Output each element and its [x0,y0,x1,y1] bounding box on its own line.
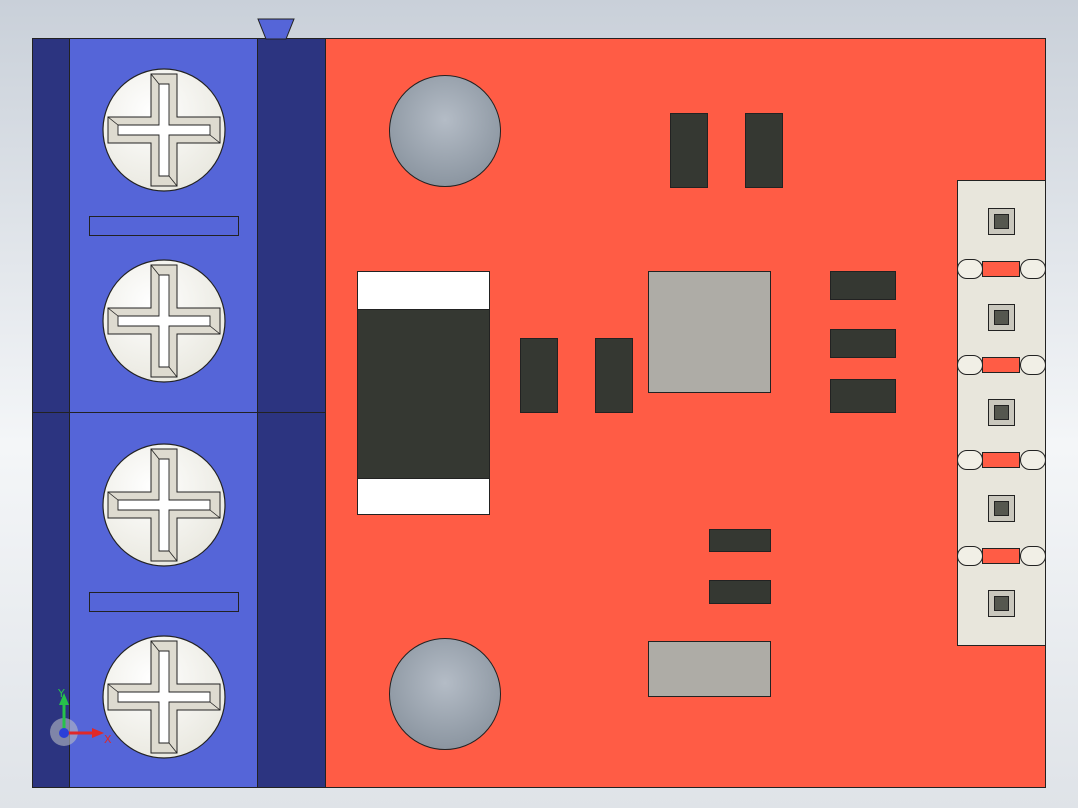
smd-res-4 [830,329,896,358]
x-axis-arrow-icon [92,728,104,738]
phillips-screw-icon[interactable] [101,67,227,193]
y-axis-label: Y [57,687,65,700]
pin-gap-3 [982,452,1020,468]
ic-chip-small [648,641,771,697]
pin-notch-right-4 [1020,546,1046,566]
smd-cap-2 [745,113,783,188]
pin-2-square-hole [994,310,1009,325]
terminal-block-divider [32,412,326,413]
terminal-block-strip-left [32,38,70,788]
pin-notch-right-3 [1020,450,1046,470]
terminal-label-slot-top [89,216,239,236]
pin-1-square-hole [994,214,1009,229]
diode-body [357,309,490,479]
ic-chip-large [648,271,771,393]
smd-res-3 [830,271,896,300]
pin-notch-left-3 [957,450,983,470]
phillips-screw-icon[interactable] [101,258,227,384]
x-axis-label: X [104,733,112,746]
pin-4-square-hole [994,501,1009,516]
pin-notch-left-2 [957,355,983,375]
terminal-label-slot-bottom [89,592,239,612]
pin-gap-1 [982,261,1020,277]
pcb-model [0,0,1078,808]
smd-res-7 [709,580,771,604]
pin-5-square-hole [994,596,1009,611]
pin-notch-left-1 [957,259,983,279]
smd-res-6 [709,529,771,552]
cad-viewport[interactable]: Y X [0,0,1078,808]
axis-triad: Y X [50,687,112,746]
smd-cap-1 [670,113,708,188]
mounting-hole-2 [389,638,501,750]
pin-notch-right-2 [1020,355,1046,375]
terminal-block-strip-right [257,38,326,788]
pin-notch-left-4 [957,546,983,566]
z-axis-dot-icon [59,728,69,738]
pin-gap-2 [982,357,1020,373]
pin1-marker-icon [257,18,295,40]
smd-res-1 [520,338,558,413]
pin-gap-4 [982,548,1020,564]
phillips-screw-icon[interactable] [101,442,227,568]
pin-3-square-hole [994,405,1009,420]
smd-res-2 [595,338,633,413]
pin-notch-right-1 [1020,259,1046,279]
mounting-hole-1 [389,75,501,187]
smd-res-5 [830,379,896,413]
